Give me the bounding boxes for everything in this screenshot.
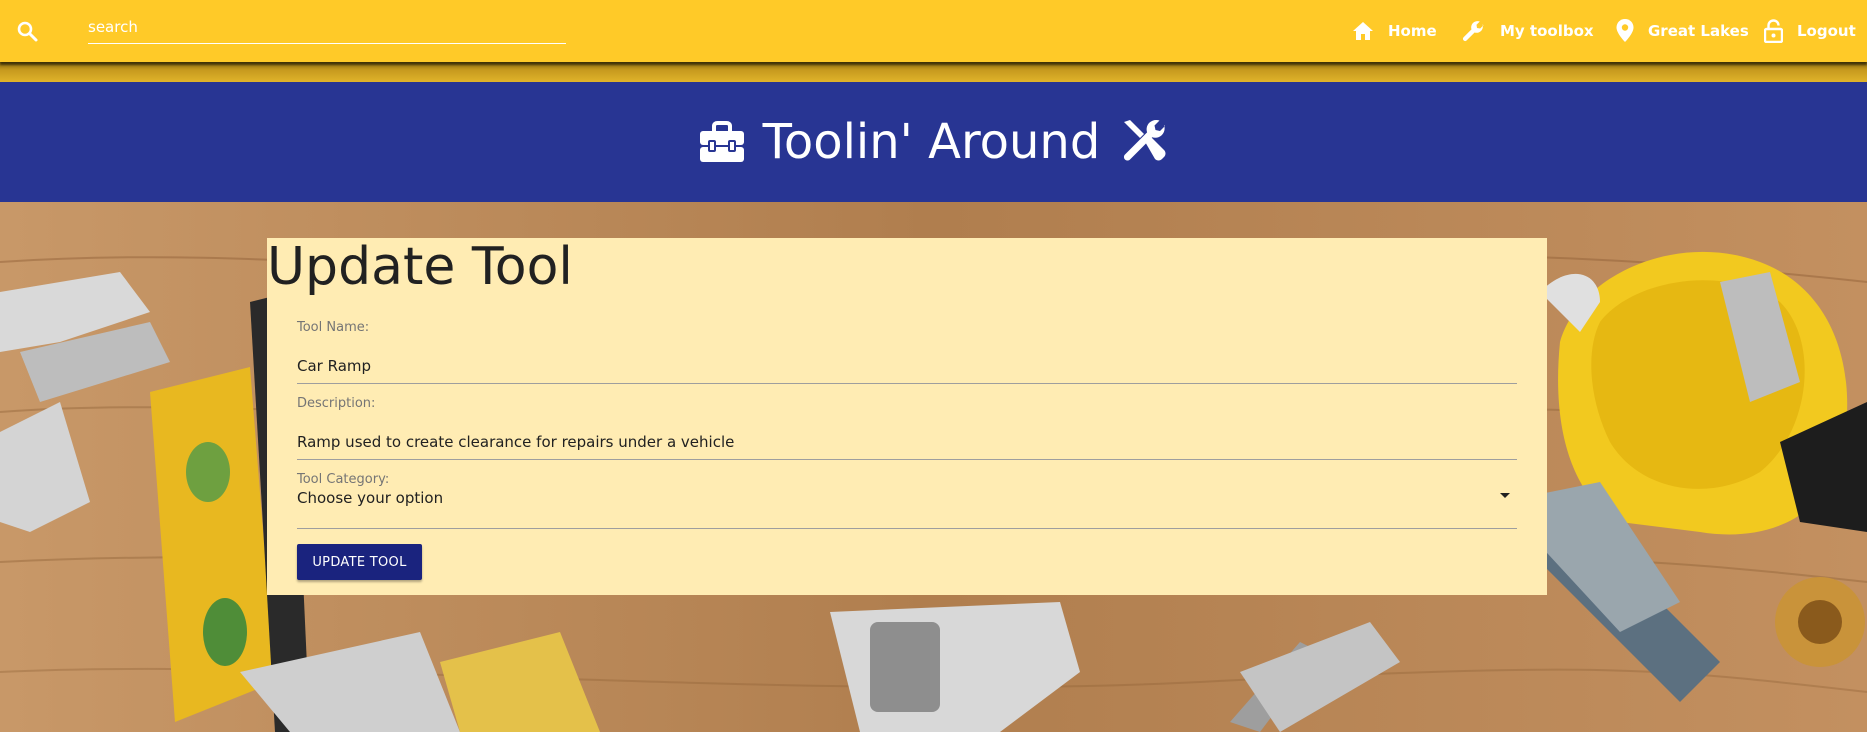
wrench-icon: [1462, 21, 1484, 42]
site-title: Toolin' Around: [762, 114, 1101, 170]
location-pin-icon: [1616, 19, 1634, 42]
update-tool-button[interactable]: UPDATE TOOL: [297, 544, 422, 580]
description-input[interactable]: [297, 424, 1517, 460]
page-title: Update Tool: [267, 237, 573, 297]
tool-name-label: Tool Name:: [297, 320, 370, 335]
tool-category-value: Choose your option: [297, 489, 444, 507]
nav-link-label: Home: [1388, 22, 1437, 40]
tool-category-select[interactable]: Choose your option: [297, 478, 1517, 529]
nav-link-label: Great Lakes: [1648, 22, 1749, 40]
nav-shadow-strip: [0, 62, 1867, 82]
nav-link-my-toolbox[interactable]: My toolbox: [1462, 0, 1594, 62]
lock-icon: [1764, 19, 1783, 43]
nav-link-label: My toolbox: [1500, 22, 1594, 40]
tools-icon: [1124, 119, 1166, 161]
search-icon[interactable]: [15, 19, 39, 43]
toolbox-icon: [699, 121, 744, 162]
top-navbar: Home My toolbox Great Lakes Logout: [0, 0, 1867, 62]
tool-name-input[interactable]: [297, 348, 1517, 384]
nav-link-logout[interactable]: Logout: [1764, 0, 1856, 62]
home-icon: [1353, 22, 1373, 40]
nav-link-home[interactable]: Home: [1352, 0, 1437, 62]
nav-link-great-lakes[interactable]: Great Lakes: [1616, 0, 1749, 62]
site-banner: Toolin' Around: [0, 82, 1867, 202]
update-tool-card: Update Tool Tool Name: Description: Tool…: [267, 238, 1547, 595]
nav-link-label: Logout: [1797, 22, 1856, 40]
description-label: Description:: [297, 396, 376, 411]
chevron-down-icon: [1500, 493, 1510, 498]
search-input[interactable]: [88, 10, 566, 44]
